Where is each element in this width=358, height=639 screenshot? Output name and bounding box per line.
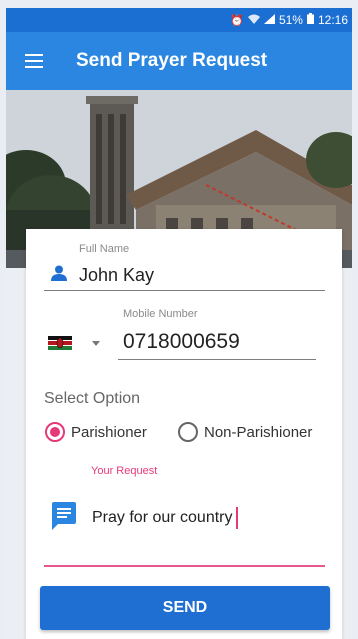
kenya-flag-icon[interactable] [48, 336, 72, 350]
mobile-number-underline [118, 359, 316, 360]
hamburger-menu-icon[interactable] [6, 32, 62, 90]
full-name-label: Full Name [79, 243, 130, 255]
mobile-number-label: Mobile Number [123, 308, 198, 320]
person-icon [51, 265, 67, 281]
radio-non-parishioner[interactable]: Non-Parishioner [178, 422, 312, 442]
radio-non-parishioner-label[interactable]: Non-Parishioner [204, 424, 312, 441]
wifi-icon [247, 14, 260, 27]
page-title: Send Prayer Request [76, 50, 268, 71]
signal-icon [263, 13, 275, 27]
alarm-icon: ⏰ [230, 14, 244, 27]
request-underline [44, 565, 325, 567]
battery-icon [306, 13, 314, 27]
clock-time: 12:16 [317, 13, 348, 27]
full-name-underline [44, 290, 325, 291]
mobile-number-input[interactable]: 0718000659 [123, 330, 240, 354]
request-input-text: Pray for our country [92, 509, 233, 526]
full-name-input[interactable]: John Kay [79, 265, 154, 286]
your-request-label: Your Request [91, 465, 158, 477]
radio-parishioner[interactable]: Parishioner [45, 422, 147, 442]
text-cursor [235, 507, 238, 529]
country-dropdown-caret-icon[interactable] [92, 341, 100, 346]
radio-non-parishioner-circle[interactable] [178, 422, 198, 442]
prayer-request-form: Full Name John Kay Mobile Number 0718000… [26, 229, 342, 639]
status-bar: ⏰ 51% 12:16 [6, 8, 352, 32]
send-button[interactable]: SEND [40, 586, 330, 630]
app-bar: Send Prayer Request [6, 32, 352, 90]
request-input[interactable]: Pray for our country [92, 507, 238, 529]
select-option-label: Select Option [44, 390, 141, 407]
message-icon [52, 502, 76, 530]
app-screen: ⏰ 51% 12:16 Send Prayer Request Full Nam… [6, 8, 352, 639]
battery-percent: 51% [278, 13, 303, 27]
radio-parishioner-label[interactable]: Parishioner [71, 424, 147, 441]
radio-parishioner-circle[interactable] [45, 422, 65, 442]
